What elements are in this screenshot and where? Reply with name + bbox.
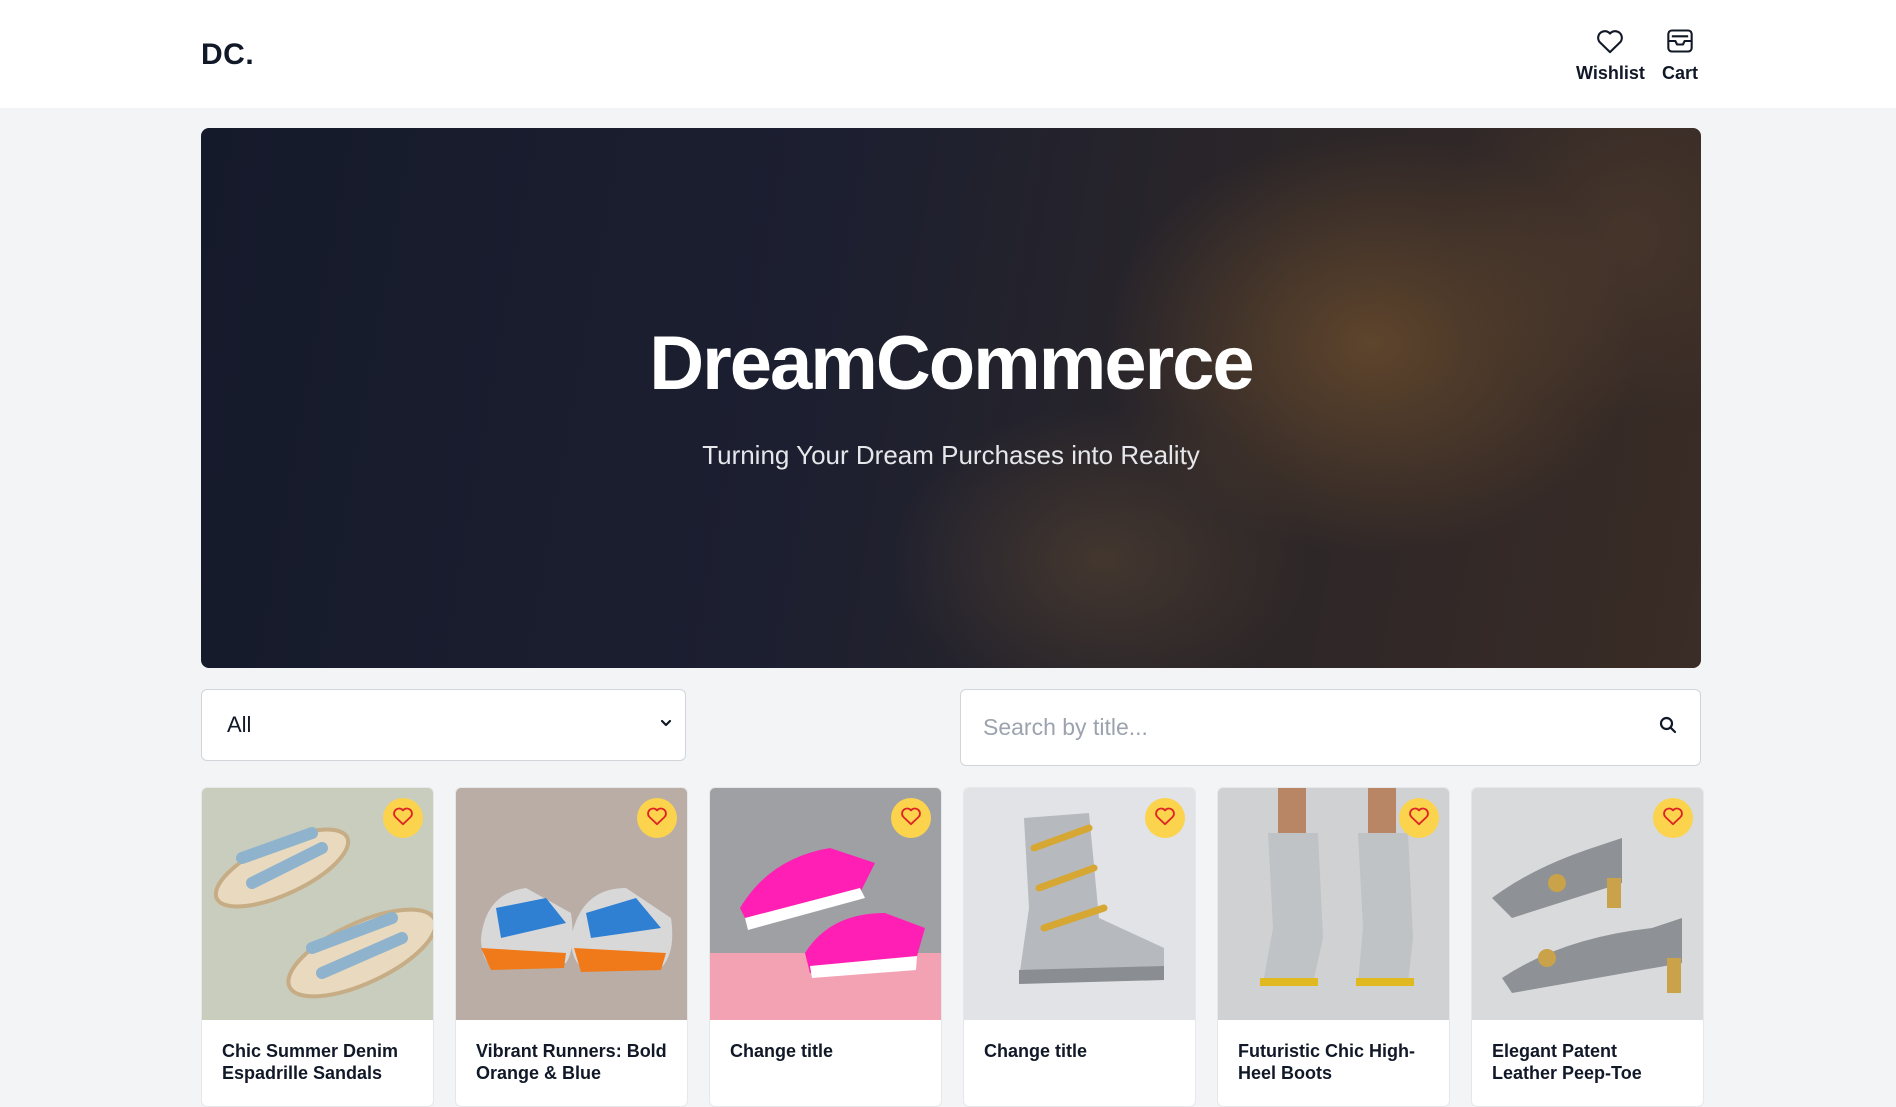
product-title[interactable]: Change title xyxy=(710,1020,941,1062)
product-card[interactable]: Elegant Patent Leather Peep-Toe xyxy=(1471,787,1704,1107)
product-title[interactable]: Chic Summer Denim Espadrille Sandals xyxy=(202,1020,433,1084)
hero-banner: DreamCommerce Turning Your Dream Purchas… xyxy=(201,128,1701,668)
product-image[interactable] xyxy=(710,788,941,1020)
product-title[interactable]: Change title xyxy=(964,1020,1195,1062)
product-title[interactable]: Elegant Patent Leather Peep-Toe xyxy=(1472,1020,1703,1084)
product-card[interactable]: Futuristic Chic High-Heel Boots xyxy=(1217,787,1450,1107)
category-select[interactable]: All xyxy=(201,689,686,761)
chevron-down-icon xyxy=(659,716,673,735)
heart-icon xyxy=(1596,28,1624,59)
cart-label: Cart xyxy=(1662,63,1699,83)
heart-icon xyxy=(392,806,414,831)
product-card[interactable]: Change title xyxy=(963,787,1196,1107)
add-to-wishlist-button[interactable] xyxy=(383,798,423,838)
product-image[interactable] xyxy=(456,788,687,1020)
heart-icon xyxy=(1408,806,1430,831)
product-title[interactable]: Vibrant Runners: Bold Orange & Blue xyxy=(456,1020,687,1084)
site-logo[interactable]: DC. xyxy=(201,38,254,72)
top-navbar: DC. Wishlist Cart xyxy=(0,0,1896,108)
product-card[interactable]: Change title xyxy=(709,787,942,1107)
hero-subtitle: Turning Your Dream Purchases into Realit… xyxy=(702,440,1200,470)
product-title[interactable]: Futuristic Chic High-Heel Boots xyxy=(1218,1020,1449,1084)
category-select-value: All xyxy=(227,712,252,737)
add-to-wishlist-button[interactable] xyxy=(891,798,931,838)
add-to-wishlist-button[interactable] xyxy=(1653,798,1693,838)
product-grid: Chic Summer Denim Espadrille Sandals Vib… xyxy=(201,787,1704,1107)
wishlist-label: Wishlist xyxy=(1576,63,1645,83)
inbox-icon xyxy=(1666,28,1694,59)
product-image[interactable] xyxy=(1472,788,1703,1020)
heart-icon xyxy=(646,806,668,831)
search-field[interactable] xyxy=(960,689,1701,766)
product-image[interactable] xyxy=(202,788,433,1020)
search-icon[interactable] xyxy=(1658,715,1678,740)
product-card[interactable]: Chic Summer Denim Espadrille Sandals xyxy=(201,787,434,1107)
heart-icon xyxy=(1154,806,1176,831)
product-image[interactable] xyxy=(1218,788,1449,1020)
heart-icon xyxy=(900,806,922,831)
add-to-wishlist-button[interactable] xyxy=(1145,798,1185,838)
cart-link[interactable]: Cart xyxy=(1662,28,1698,84)
search-input[interactable] xyxy=(983,714,1658,741)
heart-icon xyxy=(1662,806,1684,831)
wishlist-link[interactable]: Wishlist xyxy=(1576,28,1645,84)
product-card[interactable]: Vibrant Runners: Bold Orange & Blue xyxy=(455,787,688,1107)
hero-title: DreamCommerce xyxy=(649,321,1254,406)
add-to-wishlist-button[interactable] xyxy=(637,798,677,838)
add-to-wishlist-button[interactable] xyxy=(1399,798,1439,838)
product-image[interactable] xyxy=(964,788,1195,1020)
